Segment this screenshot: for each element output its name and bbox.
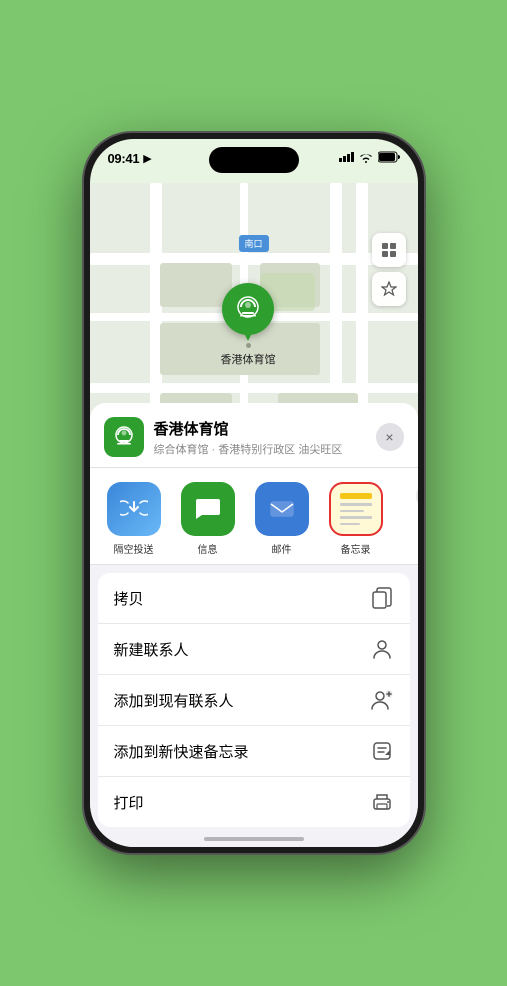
mail-label: 邮件 [272,541,292,556]
action-new-contact[interactable]: 新建联系人 [98,624,410,675]
sheet-header: 香港体育馆 综合体育馆 · 香港特别行政区 油尖旺区 × [90,403,418,468]
person-icon [370,637,394,661]
notes-label: 备忘录 [341,541,371,556]
location-button[interactable] [372,272,406,306]
mail-icon [255,482,309,536]
new-contact-label: 新建联系人 [114,639,189,660]
map-controls [372,233,406,306]
map-label-tag: 南口 [238,235,268,252]
more-icon [416,482,418,510]
print-icon [370,790,394,814]
copy-label: 拷贝 [114,588,144,609]
close-button[interactable]: × [376,423,404,451]
pin-label: 香港体育馆 [221,351,276,367]
print-label: 打印 [114,792,144,813]
location-arrow-icon: ▶ [143,152,151,165]
bottom-sheet: 香港体育馆 综合体育馆 · 香港特别行政区 油尖旺区 × 隔 [90,403,418,847]
copy-icon [370,586,394,610]
message-label: 信息 [198,541,218,556]
action-print[interactable]: 打印 [98,777,410,827]
share-item-notes[interactable]: 备忘录 [322,482,390,556]
venue-logo [104,417,144,457]
action-list: 拷贝 新建联系人 [98,573,410,827]
person-add-icon [370,688,394,712]
note-icon [370,739,394,763]
notes-icon [329,482,383,536]
map-view-button[interactable] [372,233,406,267]
airdrop-label: 隔空投送 [114,541,154,556]
battery-icon [378,151,400,163]
status-icons [339,151,400,163]
venue-pin-icon [222,283,274,335]
action-quick-note[interactable]: 添加到新快速备忘录 [98,726,410,777]
message-icon [181,482,235,536]
share-item-airdrop[interactable]: 隔空投送 [100,482,168,556]
venue-name: 香港体育馆 [154,418,366,439]
add-contact-label: 添加到现有联系人 [114,690,234,711]
venue-subtitle: 综合体育馆 · 香港特别行政区 油尖旺区 [154,441,366,457]
share-item-mail[interactable]: 邮件 [248,482,316,556]
phone-screen: 09:41 ▶ [90,139,418,847]
share-row: 隔空投送 信息 [90,468,418,565]
wifi-icon [359,152,373,163]
phone-frame: 09:41 ▶ [84,133,424,853]
action-copy[interactable]: 拷贝 [98,573,410,624]
home-indicator [204,837,304,841]
share-item-message[interactable]: 信息 [174,482,242,556]
dynamic-island [209,147,299,173]
venue-info: 香港体育馆 综合体育馆 · 香港特别行政区 油尖旺区 [154,418,366,457]
airdrop-icon [107,482,161,536]
location-pin: 香港体育馆 [221,283,276,367]
share-item-more[interactable]: 提 [396,482,418,556]
signal-bars-icon [339,152,354,162]
quick-note-label: 添加到新快速备忘录 [114,741,249,762]
action-add-contact[interactable]: 添加到现有联系人 [98,675,410,726]
status-time: 09:41 [108,151,140,166]
